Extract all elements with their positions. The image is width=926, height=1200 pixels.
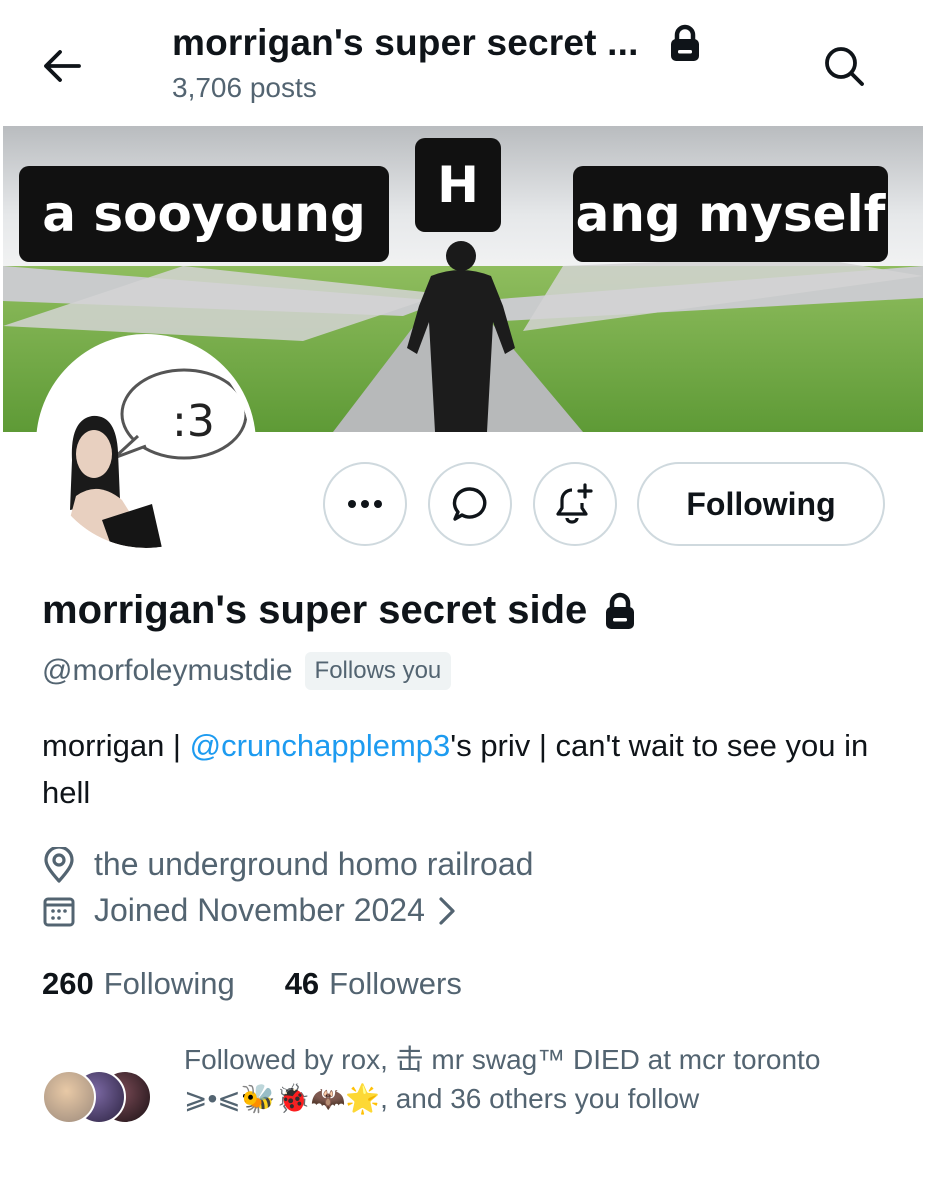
banner-label-left: a sooyoung — [19, 166, 389, 262]
bio-text-prefix: morrigan | — [42, 728, 190, 763]
profile-bio: morrigan | @crunchapplemp3's priv | can'… — [42, 722, 902, 816]
followed-by-avatars[interactable] — [42, 1070, 162, 1126]
display-name: morrigan's super secret side — [42, 588, 588, 632]
bio-mention-link[interactable]: @crunchapplemp3 — [190, 728, 451, 763]
avatar-image — [62, 368, 248, 548]
more-options-button[interactable] — [323, 462, 407, 546]
banner-label-right: ang myself — [573, 166, 888, 262]
display-name-row: morrigan's super secret side — [42, 588, 637, 633]
profile-avatar[interactable]: :3 — [36, 334, 256, 554]
followers-label: Followers — [329, 966, 462, 1001]
post-count: 3,706 posts — [172, 72, 317, 103]
followers-stat[interactable]: 46 Followers — [285, 966, 462, 1002]
notifications-button[interactable] — [533, 462, 617, 546]
calendar-icon — [43, 897, 75, 926]
location-text: the underground homo railroad — [94, 846, 534, 882]
back-button[interactable] — [38, 42, 86, 90]
search-icon — [825, 47, 864, 86]
joined-text: Joined November 2024 — [94, 892, 425, 928]
avatar-speech-text: :3 — [172, 396, 215, 447]
header-title-block: morrigan's super secret ... 3,706 posts — [172, 22, 772, 104]
follower-avatar — [42, 1070, 96, 1124]
lock-icon — [606, 592, 635, 629]
user-handle: @morfoleymustdie — [42, 654, 293, 687]
following-label: Following — [103, 966, 235, 1001]
banner-label-mid: H — [415, 138, 501, 232]
chevron-right-icon — [439, 896, 455, 925]
message-button[interactable] — [428, 462, 512, 546]
back-arrow-icon — [44, 50, 81, 82]
more-dots-icon — [348, 500, 382, 508]
follows-you-badge: Follows you — [304, 652, 452, 690]
following-stat[interactable]: 260 Following — [42, 966, 235, 1002]
following-count: 260 — [42, 966, 94, 1001]
chat-bubble-icon — [452, 487, 487, 521]
handle-row: @morfoleymustdie Follows you — [42, 652, 452, 690]
header-title: morrigan's super secret ... — [172, 22, 639, 63]
followers-count: 46 — [284, 966, 320, 1001]
followed-by-text[interactable]: Followed by rox, 击 mr swag™ DIED at mcr … — [184, 1040, 864, 1118]
following-button[interactable]: Following — [637, 462, 885, 546]
follow-stats: 260 Following 46 Followers — [42, 966, 462, 1002]
profile-joined-date[interactable]: Joined November 2024 — [42, 892, 475, 929]
bell-plus-icon — [556, 483, 593, 524]
lock-icon — [670, 24, 699, 61]
search-button[interactable] — [818, 40, 870, 92]
profile-location: the underground homo railroad — [42, 846, 533, 883]
location-pin-icon — [44, 846, 74, 883]
top-bar: morrigan's super secret ... 3,706 posts — [0, 0, 926, 124]
